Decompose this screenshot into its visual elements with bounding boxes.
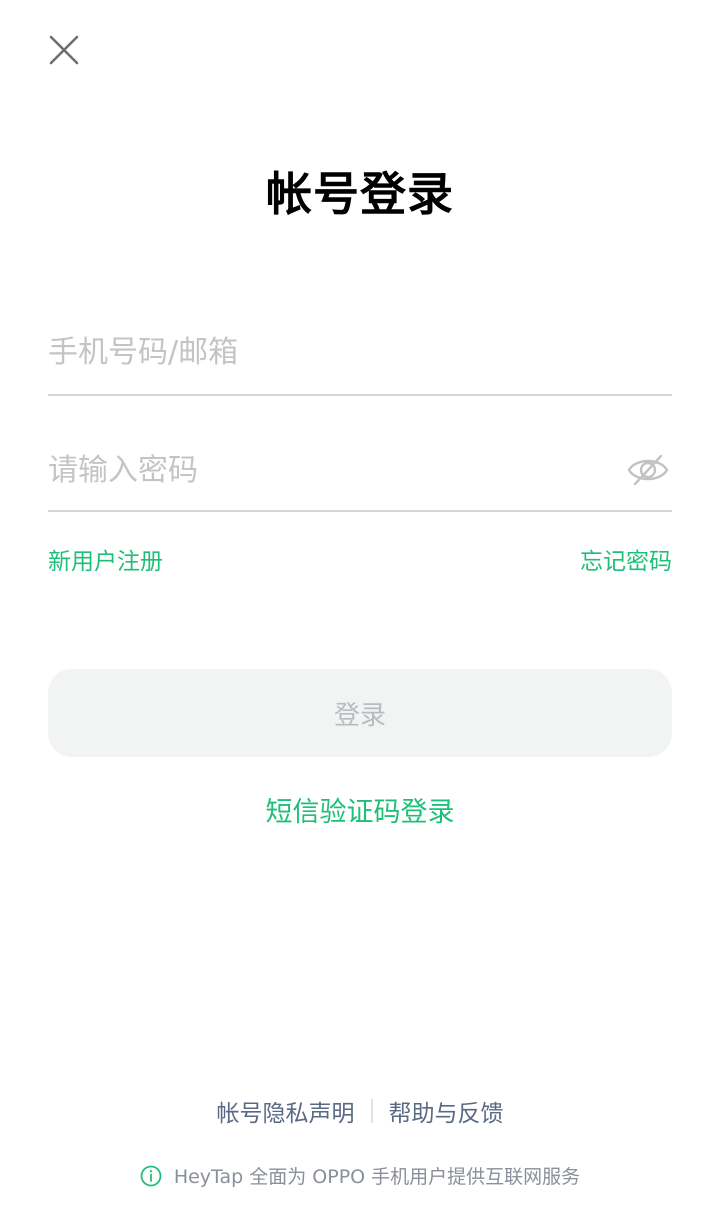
- page-title: 帐号登录: [266, 167, 454, 221]
- sms-login-link[interactable]: 短信验证码登录: [0, 790, 720, 829]
- close-icon: [49, 35, 79, 65]
- service-notice-text: HeyTap 全面为 OPPO 手机用户提供互联网服务: [173, 1166, 581, 1188]
- privacy-link[interactable]: 帐号隐私声明: [217, 1094, 355, 1128]
- eye-hidden-icon[interactable]: [626, 452, 670, 488]
- service-notice: HeyTap 全面为 OPPO 手机用户提供互联网服务: [0, 1162, 720, 1189]
- auth-links-row: 新用户注册 忘记密码: [48, 542, 672, 576]
- account-field: [48, 322, 672, 396]
- info-icon: [140, 1165, 162, 1186]
- register-link[interactable]: 新用户注册: [48, 542, 163, 576]
- help-feedback-link[interactable]: 帮助与反馈: [389, 1094, 504, 1128]
- footer-links: 帐号隐私声明 帮助与反馈: [0, 1094, 720, 1128]
- footer-divider: [370, 1099, 373, 1123]
- account-input[interactable]: [48, 322, 608, 382]
- password-field: [48, 440, 672, 512]
- forgot-password-link[interactable]: 忘记密码: [580, 542, 672, 576]
- login-button[interactable]: 登录: [48, 669, 672, 757]
- password-input[interactable]: [48, 440, 608, 500]
- close-button[interactable]: [44, 30, 84, 70]
